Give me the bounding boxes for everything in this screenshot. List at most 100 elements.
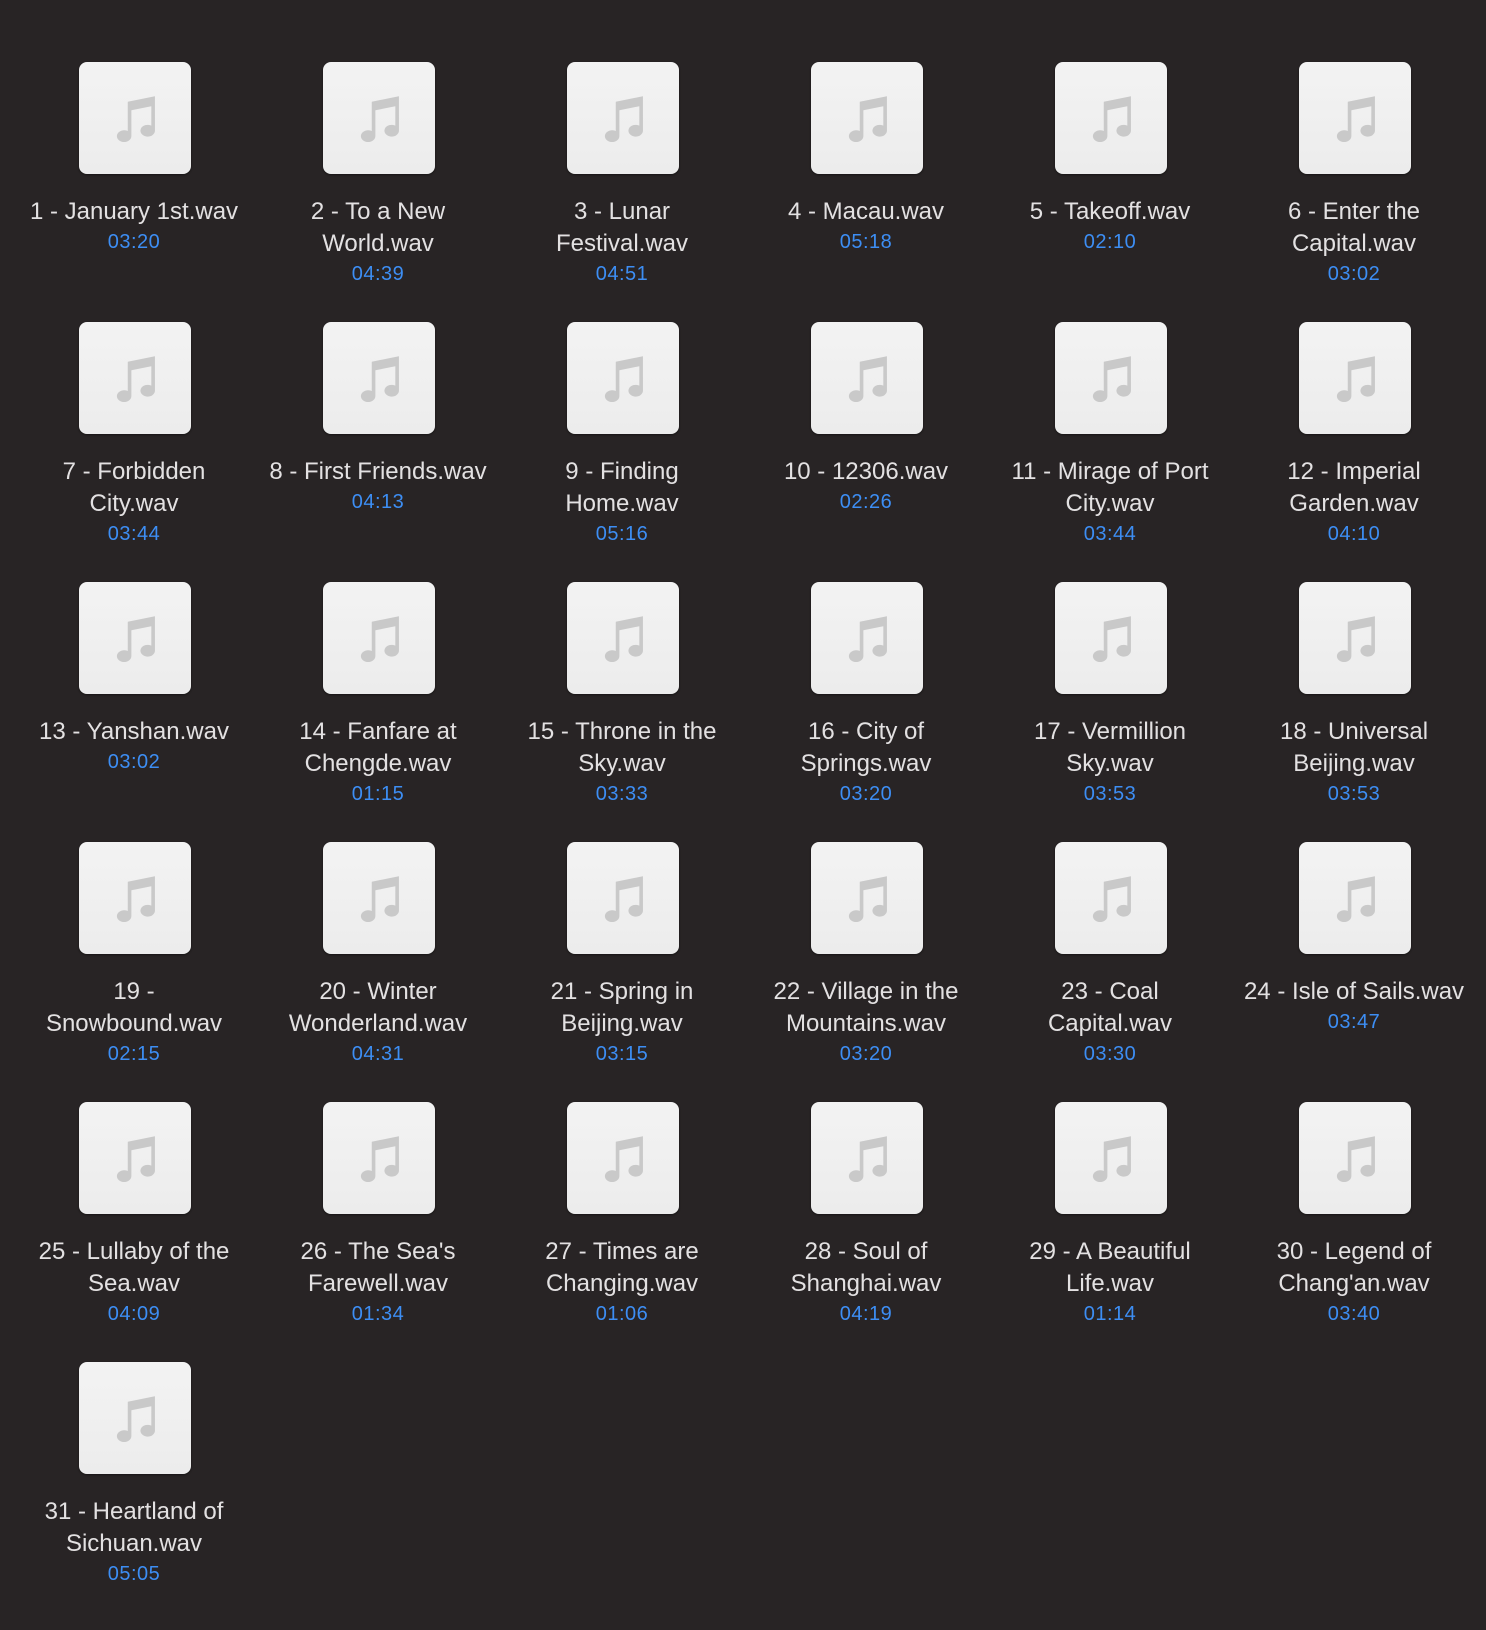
file-item[interactable]: 22 - Village in the Mountains.wav 03:20 (744, 842, 988, 1102)
file-name: 24 - Isle of Sails.wav (1243, 978, 1465, 1005)
music-note-icon (79, 582, 191, 694)
music-note-icon (1055, 582, 1167, 694)
file-duration: 04:51 (595, 263, 649, 285)
music-note-icon (811, 582, 923, 694)
file-duration: 03:33 (595, 783, 649, 805)
file-item[interactable]: 13 - Yanshan.wav 03:02 (12, 582, 256, 842)
music-note-icon (79, 62, 191, 174)
file-name: 4 - Macau.wav (787, 198, 945, 225)
file-item[interactable]: 23 - Coal Capital.wav 03:30 (988, 842, 1232, 1102)
music-note-icon (1055, 322, 1167, 434)
file-name: 2 - To a New World.wav (310, 198, 446, 257)
file-duration: 01:14 (1083, 1303, 1137, 1325)
file-item[interactable]: 2 - To a New World.wav 04:39 (256, 62, 500, 322)
music-note-icon (79, 842, 191, 954)
music-note-icon (1055, 842, 1167, 954)
file-name: 30 - Legend of Chang'an.wav (1276, 1238, 1432, 1297)
music-note-icon (567, 322, 679, 434)
file-name: 15 - Throne in the Sky.wav (527, 718, 717, 777)
file-name: 5 - Takeoff.wav (1029, 198, 1191, 225)
music-note-icon (1299, 582, 1411, 694)
music-note-icon (323, 1102, 435, 1214)
file-duration: 03:02 (107, 751, 161, 773)
file-duration: 04:09 (107, 1303, 161, 1325)
file-duration: 03:53 (1083, 783, 1137, 805)
file-name: 27 - Times are Changing.wav (545, 1238, 699, 1297)
file-name: 3 - Lunar Festival.wav (555, 198, 689, 257)
file-duration: 05:16 (595, 523, 649, 545)
file-duration: 03:15 (595, 1043, 649, 1065)
music-note-icon (79, 1102, 191, 1214)
file-item[interactable]: 11 - Mirage of Port City.wav 03:44 (988, 322, 1232, 582)
file-duration: 01:34 (351, 1303, 405, 1325)
music-note-icon (811, 1102, 923, 1214)
file-name: 19 - Snowbound.wav (45, 978, 223, 1037)
file-item[interactable]: 25 - Lullaby of the Sea.wav 04:09 (12, 1102, 256, 1362)
music-note-icon (323, 582, 435, 694)
file-item[interactable]: 9 - Finding Home.wav 05:16 (500, 322, 744, 582)
file-name: 31 - Heartland of Sichuan.wav (44, 1498, 224, 1557)
file-item[interactable]: 1 - January 1st.wav 03:20 (12, 62, 256, 322)
file-name: 8 - First Friends.wav (269, 458, 487, 485)
file-item[interactable]: 8 - First Friends.wav 04:13 (256, 322, 500, 582)
music-note-icon (323, 322, 435, 434)
file-item[interactable]: 3 - Lunar Festival.wav 04:51 (500, 62, 744, 322)
file-name: 17 - Vermillion Sky.wav (1033, 718, 1187, 777)
file-item[interactable]: 28 - Soul of Shanghai.wav 04:19 (744, 1102, 988, 1362)
music-note-icon (79, 322, 191, 434)
file-name: 21 - Spring in Beijing.wav (550, 978, 694, 1037)
file-name: 14 - Fanfare at Chengde.wav (299, 718, 457, 777)
file-name: 29 - A Beautiful Life.wav (1029, 1238, 1191, 1297)
file-item[interactable]: 5 - Takeoff.wav 02:10 (988, 62, 1232, 322)
file-item[interactable]: 30 - Legend of Chang'an.wav 03:40 (1232, 1102, 1476, 1362)
file-item[interactable]: 24 - Isle of Sails.wav 03:47 (1232, 842, 1476, 1102)
file-item[interactable]: 10 - 12306.wav 02:26 (744, 322, 988, 582)
file-item[interactable]: 31 - Heartland of Sichuan.wav 05:05 (12, 1362, 256, 1622)
file-name: 16 - City of Springs.wav (800, 718, 932, 777)
file-name: 12 - Imperial Garden.wav (1287, 458, 1421, 517)
file-item[interactable]: 19 - Snowbound.wav 02:15 (12, 842, 256, 1102)
file-duration: 01:15 (351, 783, 405, 805)
file-duration: 05:05 (107, 1563, 161, 1585)
file-item[interactable]: 7 - Forbidden City.wav 03:44 (12, 322, 256, 582)
file-duration: 02:10 (1083, 231, 1137, 253)
music-note-icon (79, 1362, 191, 1474)
file-name: 1 - January 1st.wav (29, 198, 239, 225)
file-item[interactable]: 29 - A Beautiful Life.wav 01:14 (988, 1102, 1232, 1362)
file-duration: 03:53 (1327, 783, 1381, 805)
file-duration: 04:19 (839, 1303, 893, 1325)
file-item[interactable]: 4 - Macau.wav 05:18 (744, 62, 988, 322)
music-note-icon (323, 842, 435, 954)
file-name: 28 - Soul of Shanghai.wav (790, 1238, 942, 1297)
music-note-icon (567, 582, 679, 694)
music-note-icon (567, 842, 679, 954)
file-item[interactable]: 15 - Throne in the Sky.wav 03:33 (500, 582, 744, 842)
file-item[interactable]: 12 - Imperial Garden.wav 04:10 (1232, 322, 1476, 582)
file-name: 23 - Coal Capital.wav (1047, 978, 1173, 1037)
file-item[interactable]: 6 - Enter the Capital.wav 03:02 (1232, 62, 1476, 322)
file-item[interactable]: 20 - Winter Wonderland.wav 04:31 (256, 842, 500, 1102)
file-duration: 03:20 (839, 783, 893, 805)
music-note-icon (1055, 1102, 1167, 1214)
file-duration: 02:15 (107, 1043, 161, 1065)
file-item[interactable]: 16 - City of Springs.wav 03:20 (744, 582, 988, 842)
file-item[interactable]: 18 - Universal Beijing.wav 03:53 (1232, 582, 1476, 842)
file-duration: 04:39 (351, 263, 405, 285)
file-name: 22 - Village in the Mountains.wav (773, 978, 959, 1037)
file-name: 11 - Mirage of Port City.wav (1011, 458, 1209, 517)
music-note-icon (1299, 322, 1411, 434)
file-duration: 02:26 (839, 491, 893, 513)
file-duration: 03:02 (1327, 263, 1381, 285)
file-name: 26 - The Sea's Farewell.wav (300, 1238, 456, 1297)
file-item[interactable]: 27 - Times are Changing.wav 01:06 (500, 1102, 744, 1362)
file-duration: 03:47 (1327, 1011, 1381, 1033)
file-item[interactable]: 17 - Vermillion Sky.wav 03:53 (988, 582, 1232, 842)
file-item[interactable]: 21 - Spring in Beijing.wav 03:15 (500, 842, 744, 1102)
file-item[interactable]: 26 - The Sea's Farewell.wav 01:34 (256, 1102, 500, 1362)
file-duration: 04:13 (351, 491, 405, 513)
music-note-icon (1299, 62, 1411, 174)
music-note-icon (1299, 842, 1411, 954)
file-item[interactable]: 14 - Fanfare at Chengde.wav 01:15 (256, 582, 500, 842)
file-name: 20 - Winter Wonderland.wav (288, 978, 468, 1037)
file-name: 13 - Yanshan.wav (39, 718, 229, 745)
